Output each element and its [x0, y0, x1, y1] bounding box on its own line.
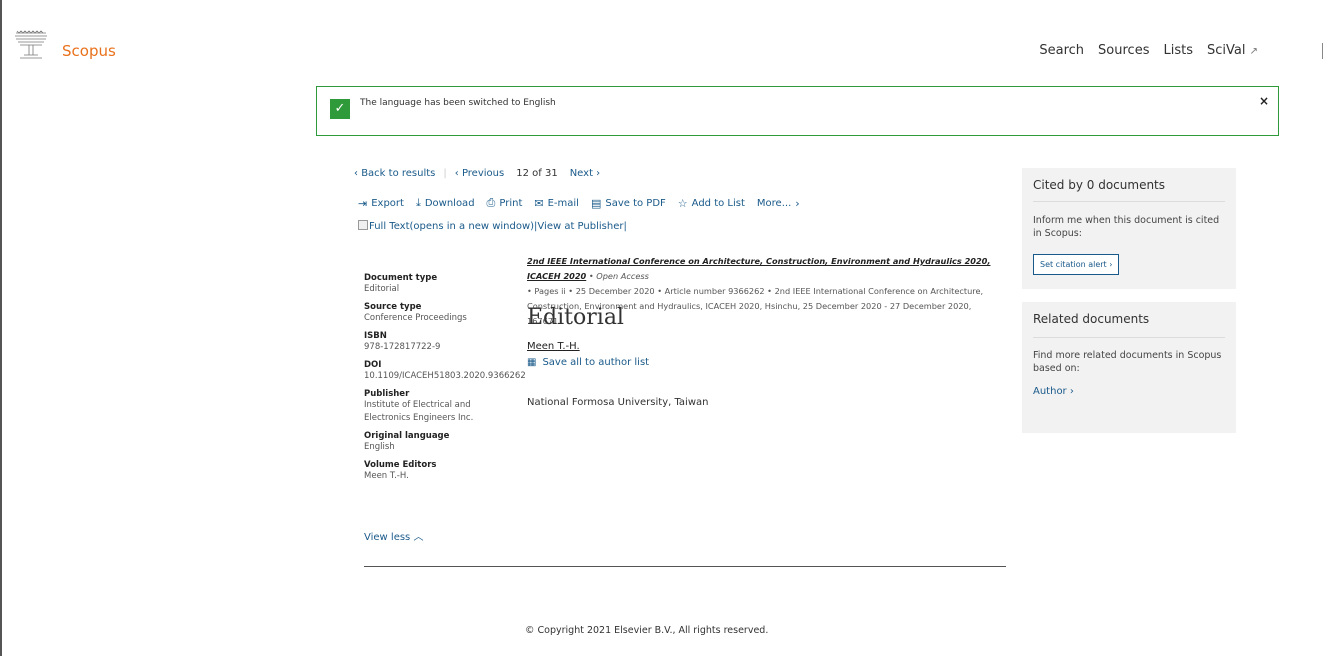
broken-image-icon [358, 220, 368, 230]
pdf-icon: ▤ [590, 196, 602, 210]
save-authors-label: Save all to author list [542, 357, 650, 368]
author-link[interactable]: Meen T.-H. [527, 341, 580, 352]
panel-divider [1033, 337, 1225, 338]
content-divider [364, 566, 1006, 567]
email-button[interactable]: ✉ E-mail [534, 196, 579, 210]
full-text-links: Full Text(opens in a new window) |View at… [358, 220, 627, 232]
print-label: Print [499, 197, 523, 209]
author-related-link[interactable]: Author › [1033, 386, 1074, 397]
alert-message: The language has been switched to Englis… [360, 98, 556, 108]
envelope-icon: ✉ [534, 196, 544, 210]
meta-label: Source type [364, 302, 422, 312]
previous-label: Previous [461, 168, 505, 179]
meta-label: Volume Editors [364, 460, 437, 470]
export-icon: ⇥ [358, 196, 368, 210]
download-button[interactable]: ⤓ Download [416, 196, 475, 210]
previous-link[interactable]: ‹ Previous [455, 168, 504, 179]
related-documents-info: Find more related documents in Scopus ba… [1033, 350, 1222, 374]
nav-search[interactable]: Search [1039, 43, 1084, 58]
external-link-icon: ↗ [1249, 46, 1258, 57]
copyright-icon: © [525, 625, 535, 636]
results-navigation: ‹ Back to results | ‹ Previous 12 of 31 … [354, 168, 600, 179]
related-documents-panel: Related documents Find more related docu… [1022, 302, 1236, 433]
view-less-label: View less [364, 532, 411, 543]
header-edge-divider [1322, 43, 1326, 59]
add-to-list-button[interactable]: ☆ Add to List [678, 196, 745, 210]
next-label: Next [569, 168, 593, 179]
meta-value: 10.1109/ICACEH51803.2020.9366262 [364, 371, 526, 381]
back-to-results-label: Back to results [361, 168, 436, 179]
download-icon: ⤓ [415, 196, 421, 209]
save-all-to-author-list-button[interactable]: ▦ Save all to author list [527, 357, 649, 368]
copyright-text: Copyright 2021 Elsevier B.V., All rights… [537, 625, 769, 636]
meta-value: Meen T.-H. [364, 471, 409, 481]
elsevier-logo[interactable] [12, 27, 50, 61]
cited-by-title: Cited by 0 documents [1033, 178, 1166, 192]
full-text-alt: Full Text(opens in a new window) [369, 221, 535, 232]
meta-label: Original language [364, 431, 450, 441]
meta-label: ISBN [364, 331, 387, 341]
document-title: Editorial [527, 305, 624, 330]
close-icon[interactable]: × [1259, 94, 1269, 108]
cited-by-panel: Cited by 0 documents Inform me when this… [1022, 168, 1236, 289]
meta-value: Editorial [364, 284, 400, 294]
printer-icon: ⎙ [486, 196, 496, 209]
more-label: More... [756, 197, 792, 209]
author-list-icon: ▦ [527, 357, 537, 368]
window-left-edge [0, 0, 2, 656]
elsevier-tree-icon [12, 27, 50, 61]
citation-alert-label: Set citation alert [1040, 260, 1107, 269]
meta-value: 978-172817722-9 [364, 342, 441, 352]
copyright-footer: © Copyright 2021 Elsevier B.V., All righ… [525, 625, 768, 636]
nav-scival[interactable]: SciVal ↗ [1207, 43, 1258, 58]
affiliation: National Formosa University, Taiwan [527, 397, 709, 408]
related-documents-title: Related documents [1033, 312, 1150, 326]
result-position: 12 of 31 [516, 168, 557, 179]
download-label: Download [424, 197, 475, 209]
document-toolbar: ⇥ Export ⤓ Download ⎙ Print ✉ E-mail ▤ Save t… [358, 196, 800, 210]
chevron-right-icon: › [795, 196, 800, 210]
document-details: Document type Editorial Source type Conf… [364, 267, 526, 483]
meta-label: Publisher [364, 389, 410, 399]
view-at-publisher-link[interactable]: View at Publisher [537, 221, 623, 232]
view-less-link[interactable]: View less ︿ [364, 528, 423, 543]
result-position-number: 12 [516, 168, 529, 179]
result-total-number: 31 [544, 168, 558, 179]
next-link[interactable]: Next › [570, 168, 600, 179]
more-button[interactable]: More... › [757, 196, 800, 210]
cited-by-info: Inform me when this document is cited in… [1033, 215, 1220, 239]
email-label: E-mail [547, 197, 579, 209]
nav-lists[interactable]: Lists [1163, 43, 1193, 58]
nav-separator: | [443, 168, 447, 179]
meta-value: Institute of Electrical and Electronics … [364, 400, 474, 423]
top-navigation: Search Sources Lists SciVal ↗ [1039, 43, 1258, 58]
panel-divider [1033, 201, 1225, 202]
star-icon: ☆ [677, 196, 688, 210]
chevron-up-icon: ︿ [413, 532, 424, 543]
meta-label: DOI [364, 360, 382, 370]
language-alert: ✓ The language has been switched to Engl… [316, 86, 1279, 136]
add-list-label: Add to List [691, 197, 745, 209]
nav-scival-label: SciVal [1206, 43, 1246, 58]
export-button[interactable]: ⇥ Export [358, 196, 404, 210]
full-text-link[interactable]: Full Text(opens in a new window) [358, 220, 535, 232]
author-related-label: Author [1033, 386, 1067, 397]
check-icon: ✓ [330, 99, 350, 119]
export-label: Export [371, 197, 404, 209]
save-pdf-label: Save to PDF [605, 197, 666, 209]
print-button[interactable]: ⎙ Print [487, 196, 523, 210]
nav-sources[interactable]: Sources [1098, 43, 1149, 58]
link-separator: | [623, 221, 627, 232]
meta-value: English [364, 442, 395, 452]
meta-label: Document type [364, 273, 438, 283]
save-pdf-button[interactable]: ▤ Save to PDF [591, 196, 666, 210]
set-citation-alert-button[interactable]: Set citation alert › [1033, 254, 1120, 275]
meta-value: Conference Proceedings [364, 313, 467, 323]
scopus-brand[interactable]: Scopus [62, 42, 116, 60]
result-of-label: of [532, 168, 542, 179]
back-to-results-link[interactable]: ‹ Back to results [354, 168, 435, 179]
open-access-label: Open Access [596, 271, 649, 281]
